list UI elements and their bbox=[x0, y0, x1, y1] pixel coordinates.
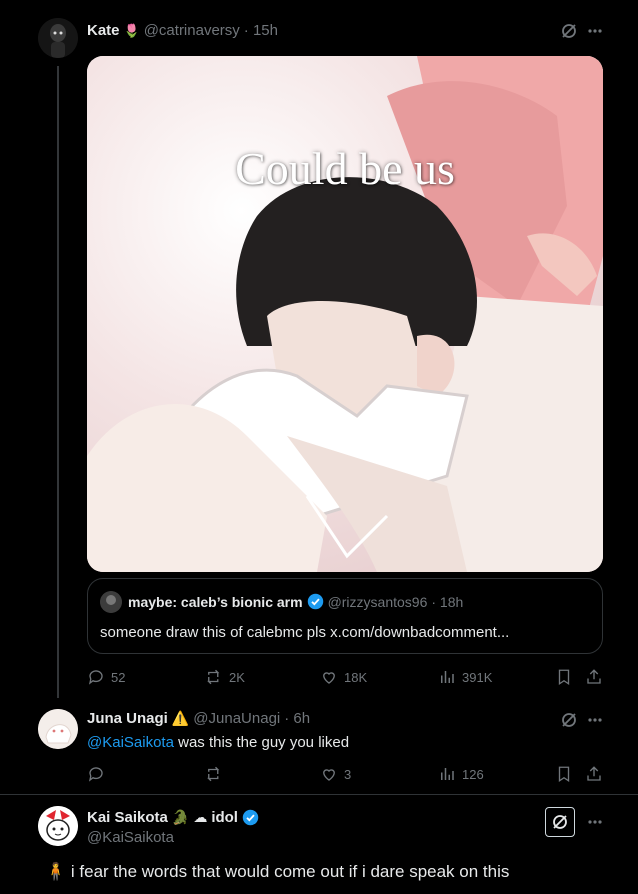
tweet-header: Kai Saikota 🐊 ☁ idol bbox=[87, 809, 259, 826]
divider bbox=[0, 794, 638, 795]
quote-avatar bbox=[100, 591, 122, 613]
tweet-body: was this the guy you liked bbox=[173, 734, 350, 751]
verified-badge-icon bbox=[307, 593, 323, 610]
avatar[interactable] bbox=[38, 709, 78, 749]
repost-button[interactable]: 2K bbox=[205, 668, 245, 686]
views-icon bbox=[441, 768, 454, 780]
author-name[interactable]: Juna Unagi bbox=[87, 710, 168, 727]
quote-handle: @rizzysantos96 bbox=[327, 593, 428, 610]
mention-link[interactable]: @KaiSaikota bbox=[87, 734, 174, 751]
grok-icon[interactable] bbox=[560, 711, 578, 729]
more-icon[interactable] bbox=[586, 711, 604, 729]
share-button[interactable] bbox=[585, 668, 603, 686]
like-count: 18K bbox=[344, 669, 368, 685]
name-suffix: idol bbox=[211, 809, 238, 826]
author-name[interactable]: Kai Saikota bbox=[87, 809, 168, 826]
like-button[interactable]: 3 bbox=[320, 765, 351, 783]
verified-badge-icon bbox=[242, 809, 259, 826]
image-caption: Could be us bbox=[235, 143, 455, 194]
reply-icon bbox=[88, 670, 103, 685]
quote-author-name: maybe: caleb’s bionic arm bbox=[128, 593, 303, 610]
author-emoji: ⚠️ bbox=[171, 710, 190, 726]
author-handle[interactable]: @catrinaversy bbox=[144, 22, 240, 39]
author-name[interactable]: Kate bbox=[87, 22, 120, 39]
reply-button[interactable]: 52 bbox=[87, 668, 125, 686]
reply-button[interactable] bbox=[87, 765, 111, 783]
repost-icon bbox=[207, 669, 220, 685]
bookmark-icon bbox=[558, 766, 570, 783]
quote-header: maybe: caleb’s bionic arm @rizzysantos96… bbox=[128, 593, 463, 610]
repost-count: 2K bbox=[229, 669, 245, 685]
reply-icon bbox=[88, 767, 103, 782]
tweet-header: Kate 🌷 @catrinaversy · 15h bbox=[87, 22, 278, 39]
tweet-text: @KaiSaikota was this the guy you liked bbox=[87, 734, 349, 751]
tweet-time[interactable]: · 6h bbox=[284, 710, 310, 727]
heart-icon bbox=[323, 672, 335, 684]
views-count: 391K bbox=[462, 669, 493, 685]
like-button[interactable]: 18K bbox=[320, 668, 367, 686]
bookmark-button[interactable] bbox=[555, 668, 573, 686]
repost-icon bbox=[207, 766, 220, 782]
author-handle[interactable]: @KaiSaikota bbox=[87, 829, 174, 846]
croc-icon: 🐊 bbox=[171, 809, 190, 825]
more-icon[interactable] bbox=[586, 813, 604, 831]
views-count: 126 bbox=[462, 766, 484, 782]
bookmark-icon bbox=[558, 669, 570, 686]
author-emoji: 🌷 bbox=[123, 22, 140, 38]
share-icon bbox=[587, 766, 601, 781]
share-icon bbox=[587, 669, 601, 684]
grok-icon[interactable] bbox=[560, 22, 578, 40]
tweet-image[interactable]: Could be us bbox=[87, 56, 603, 572]
bookmark-button[interactable] bbox=[555, 765, 573, 783]
quote-time: · 18h bbox=[431, 593, 464, 610]
avatar[interactable] bbox=[38, 806, 78, 846]
like-count: 3 bbox=[344, 766, 352, 782]
author-handle[interactable]: @JunaUnagi bbox=[193, 710, 280, 727]
person-standing-icon: 🧍 bbox=[45, 862, 67, 881]
cloud-icon: ☁ bbox=[193, 809, 208, 825]
reply-count: 52 bbox=[111, 669, 126, 685]
tweet-body: i fear the words that would come out if … bbox=[70, 862, 510, 881]
share-button[interactable] bbox=[585, 765, 603, 783]
avatar[interactable] bbox=[38, 18, 78, 58]
views-button[interactable]: 126 bbox=[438, 765, 484, 783]
thread-line bbox=[57, 66, 59, 698]
repost-button[interactable] bbox=[205, 765, 229, 783]
more-icon[interactable] bbox=[586, 22, 604, 40]
views-button[interactable]: 391K bbox=[438, 668, 492, 686]
tweet-time[interactable]: · 15h bbox=[244, 22, 278, 39]
quote-text: someone draw this of calebmc pls x.com/d… bbox=[100, 624, 510, 641]
grok-icon[interactable] bbox=[545, 807, 575, 837]
quoted-tweet[interactable]: maybe: caleb’s bionic arm @rizzysantos96… bbox=[87, 578, 603, 654]
tweet-text: 🧍 i fear the words that would come out i… bbox=[45, 862, 509, 882]
views-icon bbox=[441, 671, 454, 683]
heart-icon bbox=[323, 769, 335, 781]
tweet-header: Juna Unagi ⚠️ @JunaUnagi · 6h bbox=[87, 710, 310, 727]
